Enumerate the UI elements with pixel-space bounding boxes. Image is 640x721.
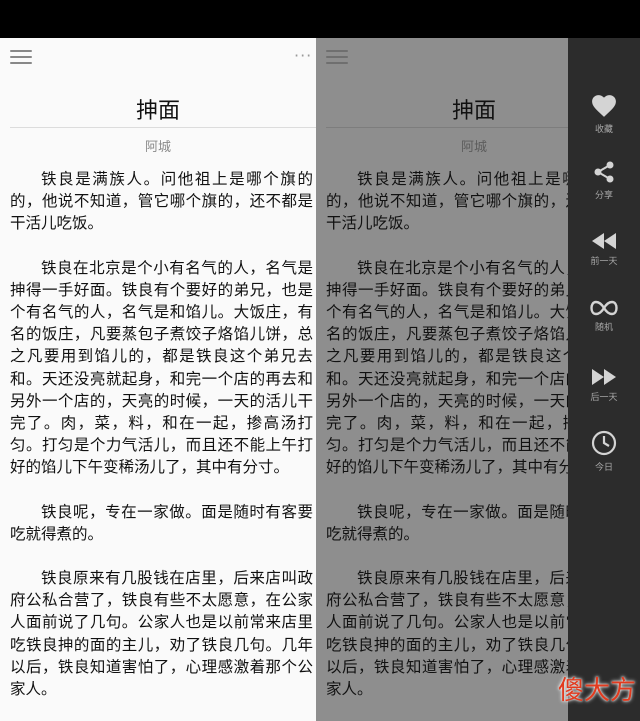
infinity-icon [590, 300, 618, 316]
side-item-today[interactable]: 今日 [568, 430, 640, 473]
share-icon [594, 161, 614, 183]
side-label: 前一天 [590, 257, 618, 267]
paragraph: 铁良呢，专在一家做。面是随时有客要吃就得煮的。 [326, 502, 568, 543]
paragraph: 铁良在北京是个小有名气的人，名气是抻得一手好面。铁良有个要好的弟兄，也是个有名气… [326, 258, 568, 477]
paragraph: 铁良在北京是个小有名气的人，名气是抻得一手好面。铁良有个要好的弟兄，也是个有名气… [10, 258, 313, 477]
more-icon[interactable]: ··· [294, 46, 312, 65]
heart-icon [592, 95, 616, 117]
paragraph: 铁良是满族人。问他祖上是哪个旗的的，他说不知道，管它哪个旗的，还不都是干活儿吃饭… [326, 170, 568, 233]
article-body: 铁良是满族人。问他祖上是哪个旗的的，他说不知道，管它哪个旗的，还不都是干活儿吃饭… [10, 168, 313, 721]
side-label: 今日 [594, 463, 613, 473]
article-author: 阿城 [460, 140, 487, 155]
side-item-share[interactable]: 分享 [568, 160, 640, 201]
rewind-icon [592, 233, 616, 249]
paragraph: 铁良原来有几股钱在店里，后来店叫政府公私合营了，铁良有些不太愿意，在公家人面前说… [10, 569, 313, 699]
article-body: 铁良是满族人。问他祖上是哪个旗的的，他说不知道，管它哪个旗的，还不都是干活儿吃饭… [326, 168, 568, 721]
article-author: 阿城 [144, 140, 171, 155]
status-bar [0, 0, 640, 38]
paragraph: 铁良呢，专在一家做。面是随时有客要吃就得煮的。 [10, 502, 313, 543]
article-pane[interactable]: ··· 抻面 阿城 铁良是满族人。问他祖上是哪个旗的的，他说不知道，管它哪个旗的… [0, 38, 316, 721]
side-label: 后一天 [590, 393, 618, 403]
menu-icon[interactable] [326, 50, 348, 64]
menu-icon[interactable] [10, 50, 32, 64]
side-item-random[interactable]: 随机 [568, 300, 640, 333]
side-item-next-day[interactable]: 后一天 [568, 368, 640, 403]
clock-icon [591, 430, 617, 456]
paragraph: 铁良是满族人。问他祖上是哪个旗的的，他说不知道，管它哪个旗的，还不都是干活儿吃饭… [10, 170, 313, 233]
title-divider [326, 127, 568, 128]
side-item-favorite[interactable]: 收藏 [568, 94, 640, 135]
side-label: 收藏 [594, 125, 613, 135]
side-label: 随机 [594, 323, 613, 333]
watermark-logo: 傻大方 [557, 676, 636, 706]
dimmed-article-pane[interactable]: 抻面 阿城 铁良是满族人。问他祖上是哪个旗的的，他说不知道，管它哪个旗的，还不都… [316, 38, 568, 721]
side-item-previous-day[interactable]: 前一天 [568, 232, 640, 267]
side-menu: 收藏 分享 前一天 随机 后一天 今日 [568, 38, 640, 721]
fast-forward-icon [592, 369, 616, 385]
title-divider [10, 127, 316, 128]
side-label: 分享 [594, 191, 613, 201]
article-title: 抻面 [451, 99, 496, 124]
article-title: 抻面 [135, 99, 180, 124]
